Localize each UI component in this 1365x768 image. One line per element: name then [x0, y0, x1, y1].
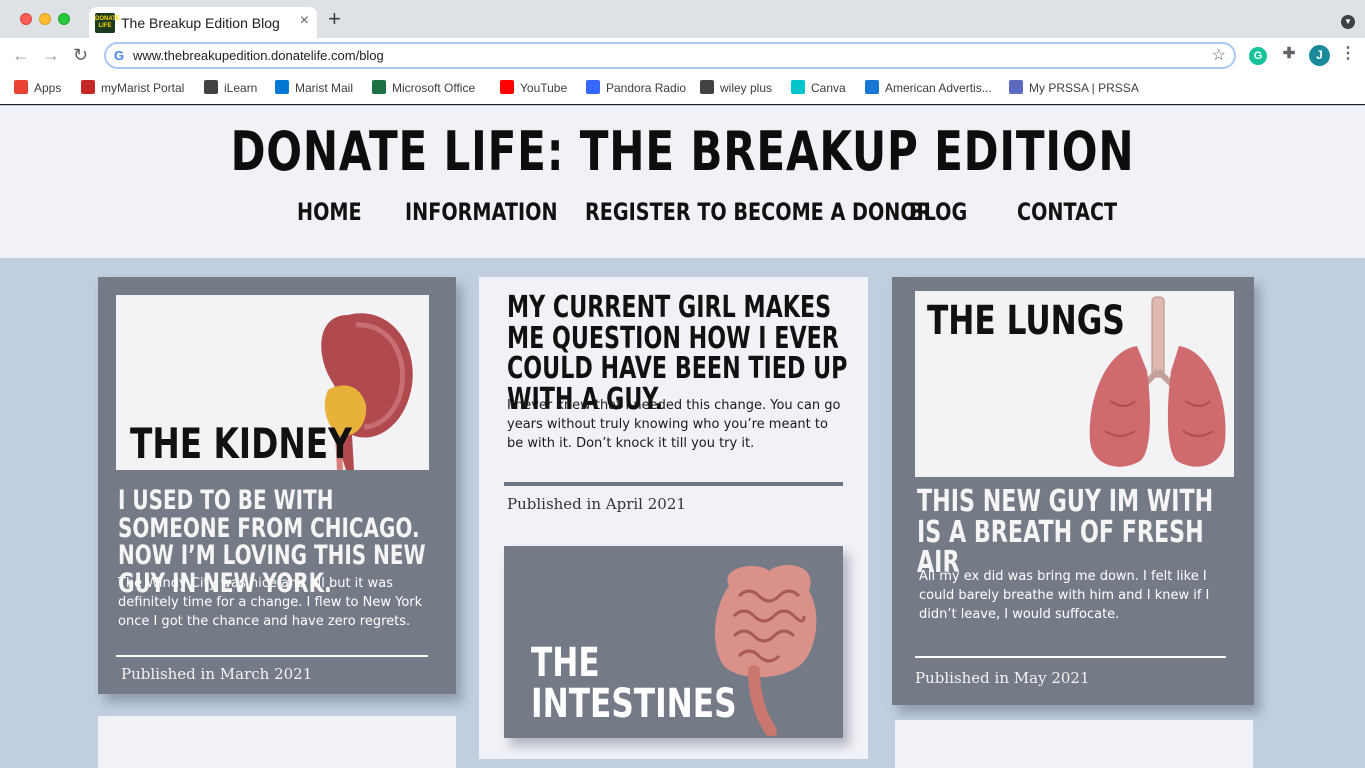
extensions-puzzle-icon[interactable]: ✚	[1280, 45, 1298, 63]
bookmark-label: myMarist Portal	[101, 81, 185, 95]
blog-post-card-kidney[interactable]: THE KIDNEY I used to be with someone fro…	[98, 277, 456, 694]
bookmark-label: Apps	[34, 81, 62, 95]
nav-contact[interactable]: CONTACT	[1017, 198, 1117, 226]
tab-search-icon[interactable]: ▼	[1341, 15, 1355, 29]
bookmark-item[interactable]: Microsoft Office	[372, 80, 475, 95]
bookmark-star-icon[interactable]: ☆	[1212, 45, 1226, 65]
bookmark-item[interactable]: wiley plus	[700, 80, 772, 95]
forward-arrow-icon[interactable]: →	[42, 44, 60, 66]
grammarly-extension-icon[interactable]: G	[1249, 47, 1267, 65]
divider	[915, 656, 1226, 658]
bookmark-label: Canva	[811, 81, 846, 95]
bookmark-item[interactable]: Apps	[14, 80, 61, 95]
bookmark-item[interactable]: Canva	[791, 80, 846, 95]
bookmark-label: YouTube	[520, 81, 568, 95]
post-date: Published in March 2021	[121, 665, 313, 683]
address-bar[interactable]: G www.thebreakupedition.donatelife.com/b…	[104, 42, 1236, 69]
nav-home[interactable]: HOME	[297, 198, 362, 226]
bookmark-favicon-icon	[204, 80, 218, 94]
lungs-image-label: THE LUNGS	[927, 298, 1125, 344]
close-tab-icon[interactable]: ×	[300, 12, 309, 30]
post-excerpt: The Windy City was nice and all but it w…	[118, 576, 423, 629]
post-heading[interactable]: This new guy im with is a breath of fres…	[917, 486, 1228, 579]
bookmark-favicon-icon	[81, 80, 95, 94]
lungs-image: THE LUNGS	[915, 291, 1234, 477]
nav-blog[interactable]: BLOG	[909, 198, 967, 226]
browser-tabstrip: DONATE LIFE The Breakup Edition Blog × +…	[0, 0, 1365, 38]
bookmark-item[interactable]: myMarist Portal	[81, 80, 184, 95]
post-excerpt: All my ex did was bring me down. I felt …	[919, 569, 1210, 622]
site-header: DONATE LIFE: THE BREAKUP EDITION HOME IN…	[0, 106, 1365, 258]
blog-post-card-intestines[interactable]: THE INTESTINES	[504, 546, 843, 738]
maximize-window-button[interactable]	[58, 13, 70, 25]
address-bar-url[interactable]: www.thebreakupedition.donatelife.com/blo…	[133, 48, 384, 63]
nav-register-donor[interactable]: REGISTER TO BECOME A DONOR	[585, 198, 931, 226]
post-excerpt: I never knew that I needed this change. …	[507, 398, 841, 451]
bookmark-favicon-icon	[865, 80, 879, 94]
divider	[504, 482, 843, 486]
new-tab-button[interactable]: +	[328, 8, 341, 30]
bookmark-favicon-icon	[14, 80, 28, 94]
bookmark-label: Marist Mail	[295, 81, 354, 95]
post-date: Published in May 2021	[915, 669, 1090, 687]
bookmark-label: American Advertis...	[885, 81, 992, 95]
divider	[116, 655, 428, 657]
browser-toolbar: ← → ↻ G www.thebreakupedition.donatelife…	[0, 38, 1365, 74]
post-date: Published in April 2021	[507, 495, 686, 513]
bookmark-favicon-icon	[500, 80, 514, 94]
site-title: DONATE LIFE: THE BREAKUP EDITION	[230, 120, 1135, 183]
browser-menu-icon[interactable]: ⋮	[1339, 45, 1357, 63]
blog-post-card-partial-left[interactable]	[98, 716, 456, 768]
bookmark-label: My PRSSA | PRSSA	[1029, 81, 1139, 95]
bookmark-item[interactable]: iLearn	[204, 80, 257, 95]
browser-tab-active[interactable]: DONATE LIFE The Breakup Edition Blog ×	[89, 7, 317, 38]
bookmark-item[interactable]: YouTube	[500, 80, 567, 95]
nav-information[interactable]: INFORMATION	[405, 198, 558, 226]
bookmarks-bar: Apps myMarist Portal iLearn Marist Mail Micr…	[0, 74, 1365, 105]
bookmark-favicon-icon	[791, 80, 805, 94]
blog-post-card-middle[interactable]: My current girl makes me question how I …	[479, 277, 868, 759]
kidney-image-label: THE KIDNEY	[130, 419, 352, 468]
bookmark-favicon-icon	[1009, 80, 1023, 94]
bookmark-favicon-icon	[700, 80, 714, 94]
tab-title: The Breakup Edition Blog	[121, 15, 280, 31]
close-window-button[interactable]	[20, 13, 32, 25]
bookmark-label: wiley plus	[720, 81, 773, 95]
bookmark-item[interactable]: My PRSSA | PRSSA	[1009, 80, 1139, 95]
bookmark-favicon-icon	[372, 80, 386, 94]
bookmark-item[interactable]: Pandora Radio	[586, 80, 686, 95]
bookmark-label: Microsoft Office	[392, 81, 476, 95]
bookmark-label: iLearn	[224, 81, 258, 95]
reload-icon[interactable]: ↻	[73, 44, 88, 66]
donate-life-favicon-icon: DONATE LIFE	[95, 13, 120, 33]
bookmark-label: Pandora Radio	[606, 81, 687, 95]
bookmark-item[interactable]: Marist Mail	[275, 80, 353, 95]
blog-post-card-lungs[interactable]: THE LUNGS This new guy im with is a brea…	[892, 277, 1254, 705]
intestines-label-line2: INTESTINES	[531, 681, 737, 727]
google-icon: G	[114, 48, 125, 63]
back-arrow-icon[interactable]: ←	[12, 44, 30, 66]
kidney-image: THE KIDNEY	[116, 295, 429, 470]
minimize-window-button[interactable]	[39, 13, 51, 25]
bookmark-favicon-icon	[586, 80, 600, 94]
intestines-label-line1: THE	[531, 640, 600, 686]
profile-avatar[interactable]: J	[1309, 45, 1330, 66]
bookmark-favicon-icon	[275, 80, 289, 94]
blog-post-card-partial-right[interactable]	[895, 720, 1253, 768]
bookmark-item[interactable]: American Advertis...	[865, 80, 992, 95]
